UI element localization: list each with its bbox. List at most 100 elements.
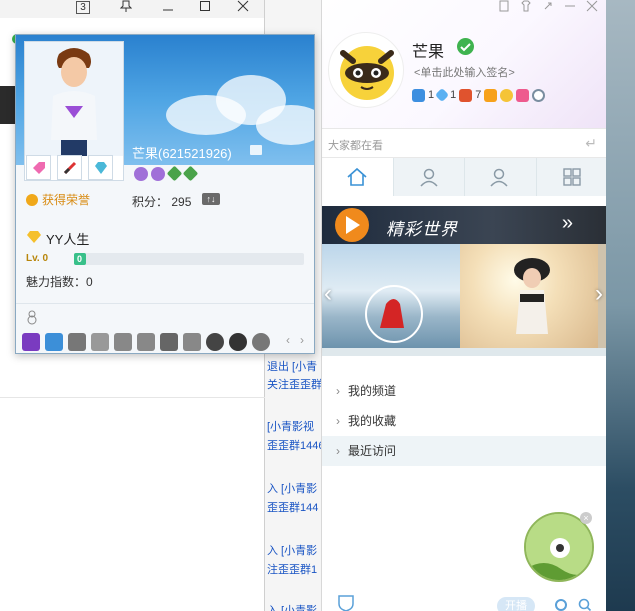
chat-line: 入 [小青影: [267, 605, 318, 611]
medal-next-icon[interactable]: ›: [300, 333, 304, 347]
raccoon-mascot-icon: [340, 46, 394, 100]
side-menu: › 我的频道 › 我的收藏 › 最近访问: [322, 376, 607, 466]
honor-link[interactable]: 获得荣誉: [26, 191, 90, 208]
banner-title: 精彩世界: [386, 220, 458, 239]
medal-icon[interactable]: [183, 333, 201, 351]
tab-home[interactable]: [322, 158, 394, 196]
medal-icon[interactable]: [206, 333, 224, 351]
restore-icon[interactable]: [542, 0, 554, 15]
medal-icon[interactable]: [160, 333, 178, 351]
skin-icon[interactable]: [498, 0, 510, 15]
profile-card-popup: 芒果(621521926) 获得荣誉 积分： 295 ↑↓ YY人生 Lv. 0…: [15, 34, 315, 354]
eye-icon[interactable]: [532, 88, 546, 102]
featured-banner[interactable]: 精彩世界 »: [322, 206, 607, 244]
medal-icon[interactable]: [91, 333, 109, 351]
chat-line: 退出 [小青: [267, 361, 318, 373]
medal-icon[interactable]: [114, 333, 132, 351]
diamond-icon[interactable]: [435, 87, 450, 103]
close-icon[interactable]: ×: [580, 512, 592, 524]
yy-life-title: YY人生: [26, 229, 89, 248]
chevron-right-icon: ›: [336, 414, 340, 428]
v-level-icon[interactable]: [459, 88, 473, 102]
medal-icon[interactable]: [68, 333, 86, 351]
grid-icon: [563, 168, 581, 186]
minimize-icon[interactable]: [155, 0, 181, 14]
yy-main-panel: 芒果 <单击此处输入签名> 1 1 7 大家都在看 ↵ 精彩世界 » ‹ › ›…: [321, 0, 607, 611]
medal-row: [22, 333, 270, 351]
badge-icon[interactable]: [134, 167, 148, 181]
shirt-icon[interactable]: [520, 0, 532, 15]
stat-value: 1: [428, 89, 435, 101]
group-icon: [490, 168, 508, 187]
badge-row: [134, 165, 199, 182]
menu-item-favorites[interactable]: › 我的收藏: [322, 406, 607, 436]
character-avatar-icon: [25, 42, 123, 156]
chevron-right-icon: ›: [336, 444, 340, 458]
medal-prev-icon[interactable]: ‹: [286, 333, 290, 347]
medal-icon[interactable]: [22, 333, 40, 351]
face-icon[interactable]: [500, 88, 514, 102]
shield-icon[interactable]: [336, 594, 356, 611]
carousel-indicator: [322, 348, 607, 356]
tab-apps[interactable]: [537, 158, 608, 196]
thumbnail-image[interactable]: [322, 244, 460, 348]
carousel-next-icon[interactable]: ›: [595, 280, 603, 308]
divider: [0, 397, 265, 398]
tab-friends[interactable]: [465, 158, 537, 196]
username[interactable]: 芒果: [412, 38, 444, 62]
gamepad-icon[interactable]: [412, 88, 425, 102]
badge-icon[interactable]: [151, 167, 165, 181]
close-icon[interactable]: [586, 0, 598, 15]
avatar[interactable]: [328, 32, 404, 108]
window-controls: [498, 0, 598, 15]
desktop-background: [606, 0, 635, 611]
search-icon[interactable]: [578, 598, 592, 611]
enter-icon[interactable]: ↵: [585, 135, 597, 152]
wand-icon[interactable]: [57, 155, 82, 180]
diamond-icon[interactable]: [182, 165, 199, 182]
medal-icon: [26, 193, 38, 206]
medal-icon[interactable]: [137, 333, 155, 351]
signature-input[interactable]: <单击此处输入签名>: [414, 64, 515, 80]
gem-icon[interactable]: [88, 155, 113, 180]
points-value: 295: [171, 195, 192, 209]
tag-icon[interactable]: [26, 155, 51, 180]
points-detail-icon[interactable]: ↑↓: [202, 193, 220, 205]
diamond-icon[interactable]: [166, 165, 183, 182]
recommend-carousel[interactable]: ‹ ›: [322, 244, 607, 348]
medal-icon[interactable]: [45, 333, 63, 351]
menu-item-my-channel[interactable]: › 我的频道: [322, 376, 607, 406]
search-input[interactable]: 大家都在看: [328, 137, 383, 153]
thumbnail-image[interactable]: [460, 244, 598, 348]
heart-icon[interactable]: [516, 88, 530, 102]
medal-icon[interactable]: [229, 333, 247, 351]
pin-icon[interactable]: [113, 0, 139, 14]
display-name[interactable]: 芒果(621521926): [132, 143, 232, 162]
user-stats: 1 1 7: [412, 86, 546, 104]
chat-line: [小青影视: [267, 421, 315, 433]
search-bar[interactable]: 大家都在看 ↵: [322, 128, 607, 158]
chat-line: 注歪歪群1: [267, 564, 318, 576]
close-icon[interactable]: [230, 0, 256, 14]
bottom-toolbar: [322, 594, 607, 611]
person-icon: [420, 168, 438, 187]
minimize-icon[interactable]: [564, 0, 576, 15]
carousel-prev-icon[interactable]: ‹: [324, 280, 332, 308]
tab-count-badge[interactable]: 3: [70, 0, 96, 14]
main-tabs: [322, 158, 607, 196]
maximize-icon[interactable]: [192, 0, 218, 14]
play-icon[interactable]: [484, 88, 498, 102]
chevron-right-icon[interactable]: »: [562, 212, 573, 235]
menu-item-recent[interactable]: › 最近访问: [322, 436, 607, 466]
points: 积分： 295: [132, 195, 192, 209]
tab-contact[interactable]: [394, 158, 465, 196]
diamond-icon: [26, 230, 42, 247]
chat-line: 入 [小青影: [267, 483, 318, 495]
snowman-icon[interactable]: [24, 309, 40, 328]
chat-line: 歪歪群1446: [267, 440, 321, 452]
chevron-right-icon: ›: [336, 384, 340, 398]
go-live-button[interactable]: 开播: [497, 597, 535, 611]
medal-icon[interactable]: [252, 333, 270, 351]
gear-icon[interactable]: [554, 598, 568, 611]
id-card-icon[interactable]: [250, 145, 262, 155]
